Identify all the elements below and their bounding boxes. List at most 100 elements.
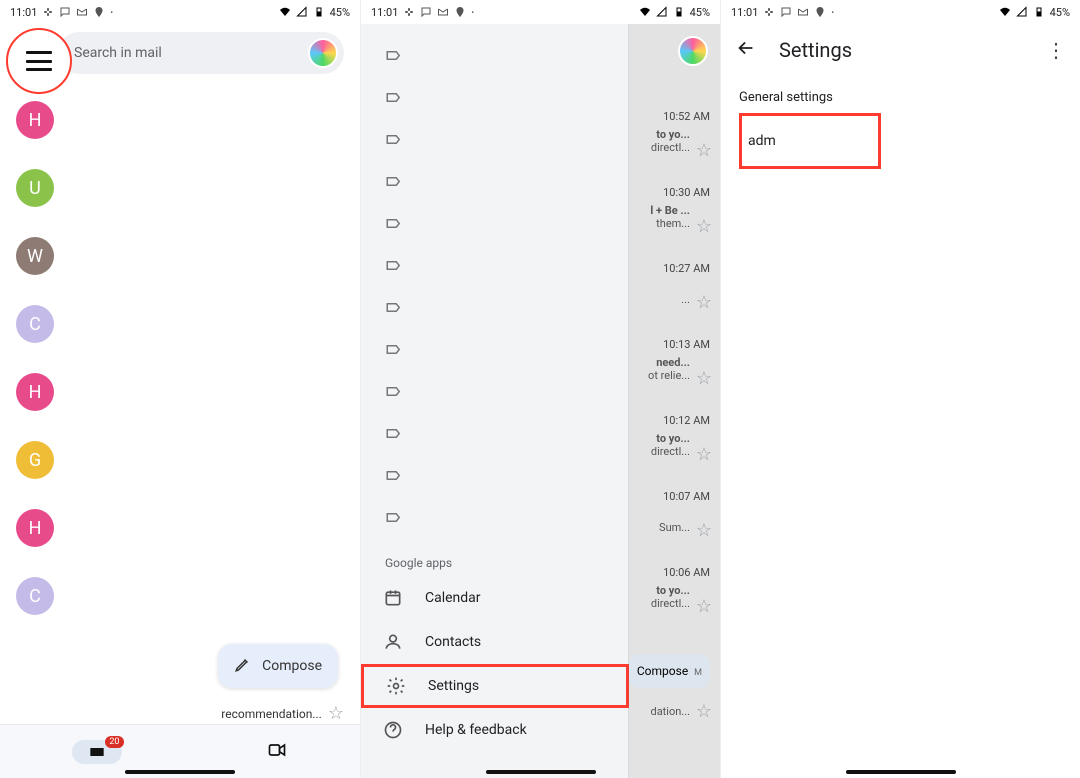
msg-time: 10:13 AM (663, 338, 710, 351)
slack-icon (42, 6, 54, 18)
star-icon[interactable]: ☆ (696, 292, 712, 313)
msg-snippet: to yo...directl... (651, 584, 690, 610)
msg-snippet: l + Be ...them... (650, 204, 690, 230)
message-peek[interactable]: 10:30 AMl + Be ...them...☆ (628, 178, 720, 254)
wifi-icon (279, 6, 291, 18)
label-icon (385, 174, 403, 192)
star-icon[interactable]: ☆ (328, 703, 344, 724)
general-settings-item[interactable]: General settings (739, 90, 1062, 105)
label-item[interactable] (361, 372, 629, 414)
battery-text: 45% (330, 6, 350, 19)
status-bar: 11:01 • 45% (361, 0, 720, 24)
label-item[interactable] (361, 288, 629, 330)
signal-icon (656, 6, 668, 18)
home-indicator[interactable] (846, 770, 956, 774)
nav-mail-badge: 20 (105, 736, 123, 748)
sender-avatars: HUWCHGHC (0, 101, 360, 615)
star-icon[interactable]: ☆ (696, 368, 712, 389)
message-peek[interactable]: 10:12 AMto yo...directl...☆ (628, 406, 720, 482)
status-time: 11:01 (10, 6, 37, 19)
label-item[interactable] (361, 498, 629, 540)
label-item[interactable] (361, 36, 629, 78)
profile-avatar[interactable] (678, 36, 708, 66)
status-time: 11:01 (371, 6, 398, 19)
search-bar[interactable]: Search in mail (58, 32, 344, 74)
inbox-peek: 10:52 AMto yo...directl...☆10:30 AMl + B… (628, 24, 720, 778)
menu-help[interactable]: Help & feedback (361, 708, 629, 752)
label-icon (385, 216, 403, 234)
dot-icon: • (831, 8, 834, 17)
sender-avatar[interactable]: G (16, 441, 54, 479)
home-indicator[interactable] (125, 770, 235, 774)
recommendation-fragment: recommendation... ☆ (221, 703, 344, 724)
msg-snippet: ... (681, 280, 690, 306)
label-item[interactable] (361, 414, 629, 456)
compose-button-peek[interactable]: Compose M (629, 654, 710, 688)
star-icon[interactable]: ☆ (696, 140, 712, 161)
reco-text: recommendation... (221, 707, 322, 721)
menu-settings[interactable]: Settings (361, 664, 629, 708)
star-icon[interactable]: ☆ (696, 701, 712, 722)
gmail-status-icon (797, 6, 809, 18)
star-icon[interactable]: ☆ (696, 216, 712, 237)
slack-icon (403, 6, 415, 18)
star-icon[interactable]: ☆ (696, 520, 712, 541)
label-icon (385, 300, 403, 318)
compose-button[interactable]: Compose (218, 644, 338, 688)
sender-avatar[interactable]: H (16, 509, 54, 547)
message-peek[interactable]: 10:13 AM need...ot relie... ☆ (628, 330, 720, 406)
star-icon[interactable]: ☆ (696, 596, 712, 617)
label-item[interactable] (361, 204, 629, 246)
signal-icon (1016, 6, 1028, 18)
calendar-icon (383, 588, 403, 608)
back-button[interactable] (735, 37, 757, 63)
menu-button-highlight (6, 28, 72, 94)
location-icon (454, 6, 466, 18)
label-item[interactable] (361, 162, 629, 204)
label-icon (385, 132, 403, 150)
screen-inbox: 11:01 • 45% (0, 0, 360, 778)
reco-fragment: dation... (650, 705, 690, 718)
location-icon (814, 6, 826, 18)
battery-text: 45% (690, 6, 710, 19)
location-icon (93, 6, 105, 18)
msg-snippet: Sum... (659, 508, 690, 534)
menu-contacts-label: Contacts (425, 634, 481, 650)
account-item-highlight[interactable]: adm (739, 113, 881, 169)
menu-contacts[interactable]: Contacts (361, 620, 629, 664)
msg-time: 10:52 AM (663, 110, 710, 123)
account-fragment: adm (748, 133, 776, 149)
message-peek[interactable]: 10:07 AMSum...☆ (628, 482, 720, 558)
label-item[interactable] (361, 120, 629, 162)
msg-snippet: to yo...directl... (651, 432, 690, 458)
label-item[interactable] (361, 78, 629, 120)
sender-avatar[interactable]: W (16, 237, 54, 275)
message-peek[interactable]: 10:27 AM...☆ (628, 254, 720, 330)
label-item[interactable] (361, 330, 629, 372)
home-indicator[interactable] (486, 770, 596, 774)
sender-avatar[interactable]: C (16, 305, 54, 343)
profile-avatar[interactable] (308, 38, 338, 68)
chat-icon (780, 6, 792, 18)
nav-meet[interactable] (265, 740, 289, 764)
label-item[interactable] (361, 456, 629, 498)
section-google-apps: Google apps (361, 540, 629, 576)
compose-label: Compose (262, 658, 322, 674)
msg-time: 10:06 AM (663, 566, 710, 579)
message-peek[interactable]: 10:06 AM to yo...directl... ☆ (628, 558, 720, 634)
menu-icon[interactable] (26, 51, 52, 71)
message-peek[interactable]: 10:52 AMto yo...directl...☆ (628, 102, 720, 178)
sender-avatar[interactable]: H (16, 101, 54, 139)
msg-snippet: need...ot relie... (648, 356, 690, 382)
sender-avatar[interactable]: C (16, 577, 54, 615)
settings-title: Settings (779, 38, 1024, 62)
overflow-menu[interactable]: ⋮ (1046, 38, 1066, 62)
star-icon[interactable]: ☆ (696, 444, 712, 465)
screen-settings: 11:01 • 45% Settings ⋮ General settings … (720, 0, 1080, 778)
sender-avatar[interactable]: H (16, 373, 54, 411)
nav-mail[interactable]: 20 (72, 740, 122, 764)
wifi-icon (999, 6, 1011, 18)
sender-avatar[interactable]: U (16, 169, 54, 207)
label-item[interactable] (361, 246, 629, 288)
menu-calendar[interactable]: Calendar (361, 576, 629, 620)
